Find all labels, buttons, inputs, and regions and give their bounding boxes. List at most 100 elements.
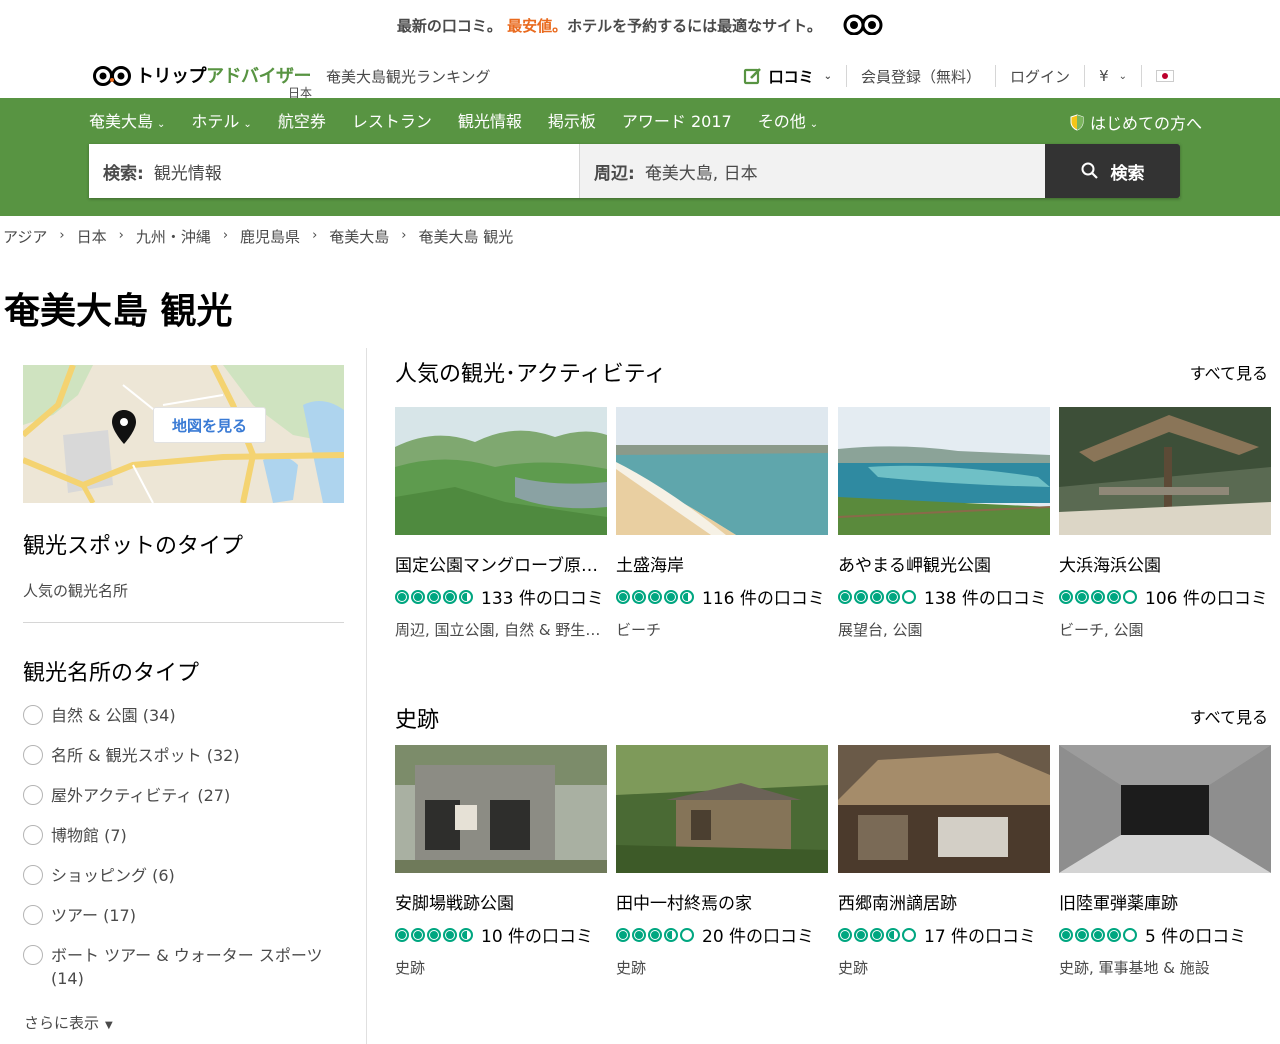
ranking-link[interactable]: 奄美大島観光ランキング — [326, 66, 491, 87]
attraction-name[interactable]: 土盛海岸 — [616, 551, 828, 576]
review-count[interactable]: 20 件の口コミ — [702, 922, 814, 947]
attraction-photo[interactable] — [1059, 745, 1271, 873]
attraction-card[interactable]: 西郷南洲謫居跡 17 件の口コミ 史跡 — [838, 745, 1050, 978]
attraction-photo[interactable] — [395, 407, 607, 535]
filter-label: 自然 & 公園 (34) — [51, 706, 176, 725]
attraction-photo[interactable] — [616, 745, 828, 873]
review-count[interactable]: 17 件の口コミ — [924, 922, 1036, 947]
filter-option[interactable]: ボート ツアー & ウォーター スポーツ (14) — [23, 944, 344, 990]
nav-item-more[interactable]: その他 ⌄ — [758, 108, 818, 132]
see-all-historic-link[interactable]: すべて見る — [1190, 704, 1268, 728]
main-nav: 奄美大島 ⌄ ホテル ⌄ 航空券 レストラン 観光情報 掲示板 アワード 2017 … — [89, 108, 844, 132]
nav-item-flights[interactable]: 航空券 — [278, 108, 326, 132]
login-link[interactable]: ログイン — [996, 62, 1084, 90]
filter-option[interactable]: 博物館 (7) — [23, 824, 344, 847]
locale-selector[interactable] — [1142, 62, 1188, 90]
nav-item-restaurants[interactable]: レストラン — [352, 108, 432, 132]
search-what-input[interactable]: 検索: 観光情報 — [89, 144, 580, 198]
write-review-button[interactable]: 口コミ ⌄ — [729, 62, 846, 90]
radio-button[interactable] — [23, 905, 43, 925]
filter-label: ツアー (17) — [51, 906, 136, 925]
promo-bar: 最新の口コミ。 最安値。ホテルを予約するには最適なサイト。 — [0, 0, 1280, 52]
review-count[interactable]: 133 件の口コミ — [481, 584, 604, 609]
bubble-rating — [395, 589, 475, 604]
attraction-card[interactable]: 田中一村終焉の家 20 件の口コミ 史跡 — [616, 745, 828, 978]
filter-option[interactable]: ショッピング (6) — [23, 864, 344, 887]
review-count[interactable]: 116 件の口コミ — [702, 584, 825, 609]
breadcrumb-item[interactable]: 九州・沖縄 — [136, 226, 211, 247]
attraction-photo[interactable] — [837, 407, 1051, 535]
radio-button[interactable] — [23, 945, 43, 965]
attraction-name[interactable]: 大浜海浜公園 — [1059, 551, 1271, 576]
radio-button[interactable] — [23, 865, 43, 885]
view-map-button[interactable]: 地図を見る — [153, 407, 266, 443]
breadcrumb-item[interactable]: 鹿児島県 — [240, 226, 300, 247]
nav-item-hotels[interactable]: ホテル ⌄ — [191, 108, 251, 132]
filter-option[interactable]: 名所 & 観光スポット (32) — [23, 744, 344, 767]
spot-type-value[interactable]: 人気の観光名所 — [23, 580, 128, 601]
attraction-card[interactable]: 土盛海岸 116 件の口コミ ビーチ — [616, 407, 828, 640]
attraction-name[interactable]: 旧陸軍弾薬庫跡 — [1059, 889, 1271, 914]
radio-button[interactable] — [23, 705, 43, 725]
attraction-name[interactable]: 田中一村終焉の家 — [616, 889, 828, 914]
filter-option[interactable]: ツアー (17) — [23, 904, 344, 927]
breadcrumb-current: 奄美大島 観光 — [418, 228, 514, 246]
attraction-photo[interactable] — [395, 745, 607, 873]
nav-item-amami[interactable]: 奄美大島 ⌄ — [89, 108, 165, 132]
search-icon — [1081, 162, 1098, 179]
bubble-rating — [838, 927, 918, 942]
page-title: 奄美大島 観光 — [4, 291, 233, 332]
attraction-card[interactable]: あやまる岬観光公園 138 件の口コミ 展望台, 公園 — [837, 407, 1051, 640]
attraction-card[interactable]: 旧陸軍弾薬庫跡 5 件の口コミ 史跡, 軍事基地 & 施設 — [1059, 745, 1271, 978]
review-count[interactable]: 106 件の口コミ — [1145, 584, 1268, 609]
chevron-down-icon: ⌄ — [157, 119, 166, 130]
chevron-down-icon: ⌄ — [1118, 70, 1127, 82]
owl-logo-icon — [843, 14, 883, 35]
review-count[interactable]: 10 件の口コミ — [481, 922, 593, 947]
radio-button[interactable] — [23, 825, 43, 845]
edit-review-icon — [743, 68, 761, 85]
attraction-tags: 展望台, 公園 — [838, 621, 923, 639]
bubble-rating — [838, 589, 918, 604]
breadcrumb-item[interactable]: 日本 — [77, 226, 107, 247]
attraction-card[interactable]: 国定公園マングローブ原生林 133 件の口コミ 周辺, 国立公園, 自然 & 野… — [395, 407, 607, 640]
see-all-popular-link[interactable]: すべて見る — [1190, 360, 1268, 384]
search-where-input[interactable]: 周辺: 奄美大島, 日本 — [580, 144, 1045, 198]
owl-logo-icon — [93, 66, 131, 86]
attraction-name[interactable]: 国定公園マングローブ原生林 — [395, 551, 607, 576]
search-what-label: 検索: — [103, 163, 144, 184]
filter-option[interactable]: 自然 & 公園 (34) — [23, 704, 344, 727]
attraction-card[interactable]: 大浜海浜公園 106 件の口コミ ビーチ, 公園 — [1059, 407, 1271, 640]
attraction-card[interactable]: 安脚場戦跡公園 10 件の口コミ 史跡 — [395, 745, 607, 978]
attraction-photo[interactable] — [616, 407, 828, 535]
radio-button[interactable] — [23, 785, 43, 805]
first-time-link[interactable]: はじめての方へ — [1070, 110, 1202, 134]
attraction-photo[interactable] — [1059, 407, 1271, 535]
review-label: 口コミ — [768, 67, 814, 86]
attraction-name[interactable]: 西郷南洲謫居跡 — [838, 889, 1050, 914]
filter-label: ショッピング (6) — [51, 866, 175, 885]
nav-item-awards[interactable]: アワード 2017 — [622, 108, 732, 132]
currency-selector[interactable]: ¥ ⌄ — [1085, 62, 1141, 90]
show-more-link[interactable]: さらに表示 ▼ — [24, 1012, 113, 1033]
first-time-label: はじめての方へ — [1089, 114, 1202, 133]
filter-option[interactable]: 屋外アクティビティ (27) — [23, 784, 344, 807]
attraction-type-heading: 観光名所のタイプ — [23, 661, 200, 686]
site-logo[interactable]: トリップアドバイザー — [92, 62, 312, 88]
attraction-name[interactable]: 安脚場戦跡公園 — [395, 889, 607, 914]
search-button[interactable]: 検索 — [1045, 144, 1180, 198]
review-count[interactable]: 138 件の口コミ — [924, 584, 1047, 609]
map-preview[interactable]: 地図を見る — [23, 365, 344, 503]
nav-item-forum[interactable]: 掲示板 — [548, 108, 596, 132]
radio-button[interactable] — [23, 745, 43, 765]
breadcrumb-item[interactable]: アジア — [3, 226, 47, 247]
register-link[interactable]: 会員登録（無料） — [847, 62, 995, 90]
attraction-tags: ビーチ — [616, 621, 662, 639]
nav-item-attractions[interactable]: 観光情報 — [458, 108, 522, 132]
breadcrumb-item[interactable]: 奄美大島 — [329, 226, 389, 247]
attraction-name[interactable]: あやまる岬観光公園 — [838, 551, 1050, 576]
review-count[interactable]: 5 件の口コミ — [1145, 922, 1246, 947]
shield-icon — [1070, 113, 1084, 131]
attraction-tags: 史跡 — [395, 959, 426, 977]
attraction-photo[interactable] — [838, 745, 1050, 873]
